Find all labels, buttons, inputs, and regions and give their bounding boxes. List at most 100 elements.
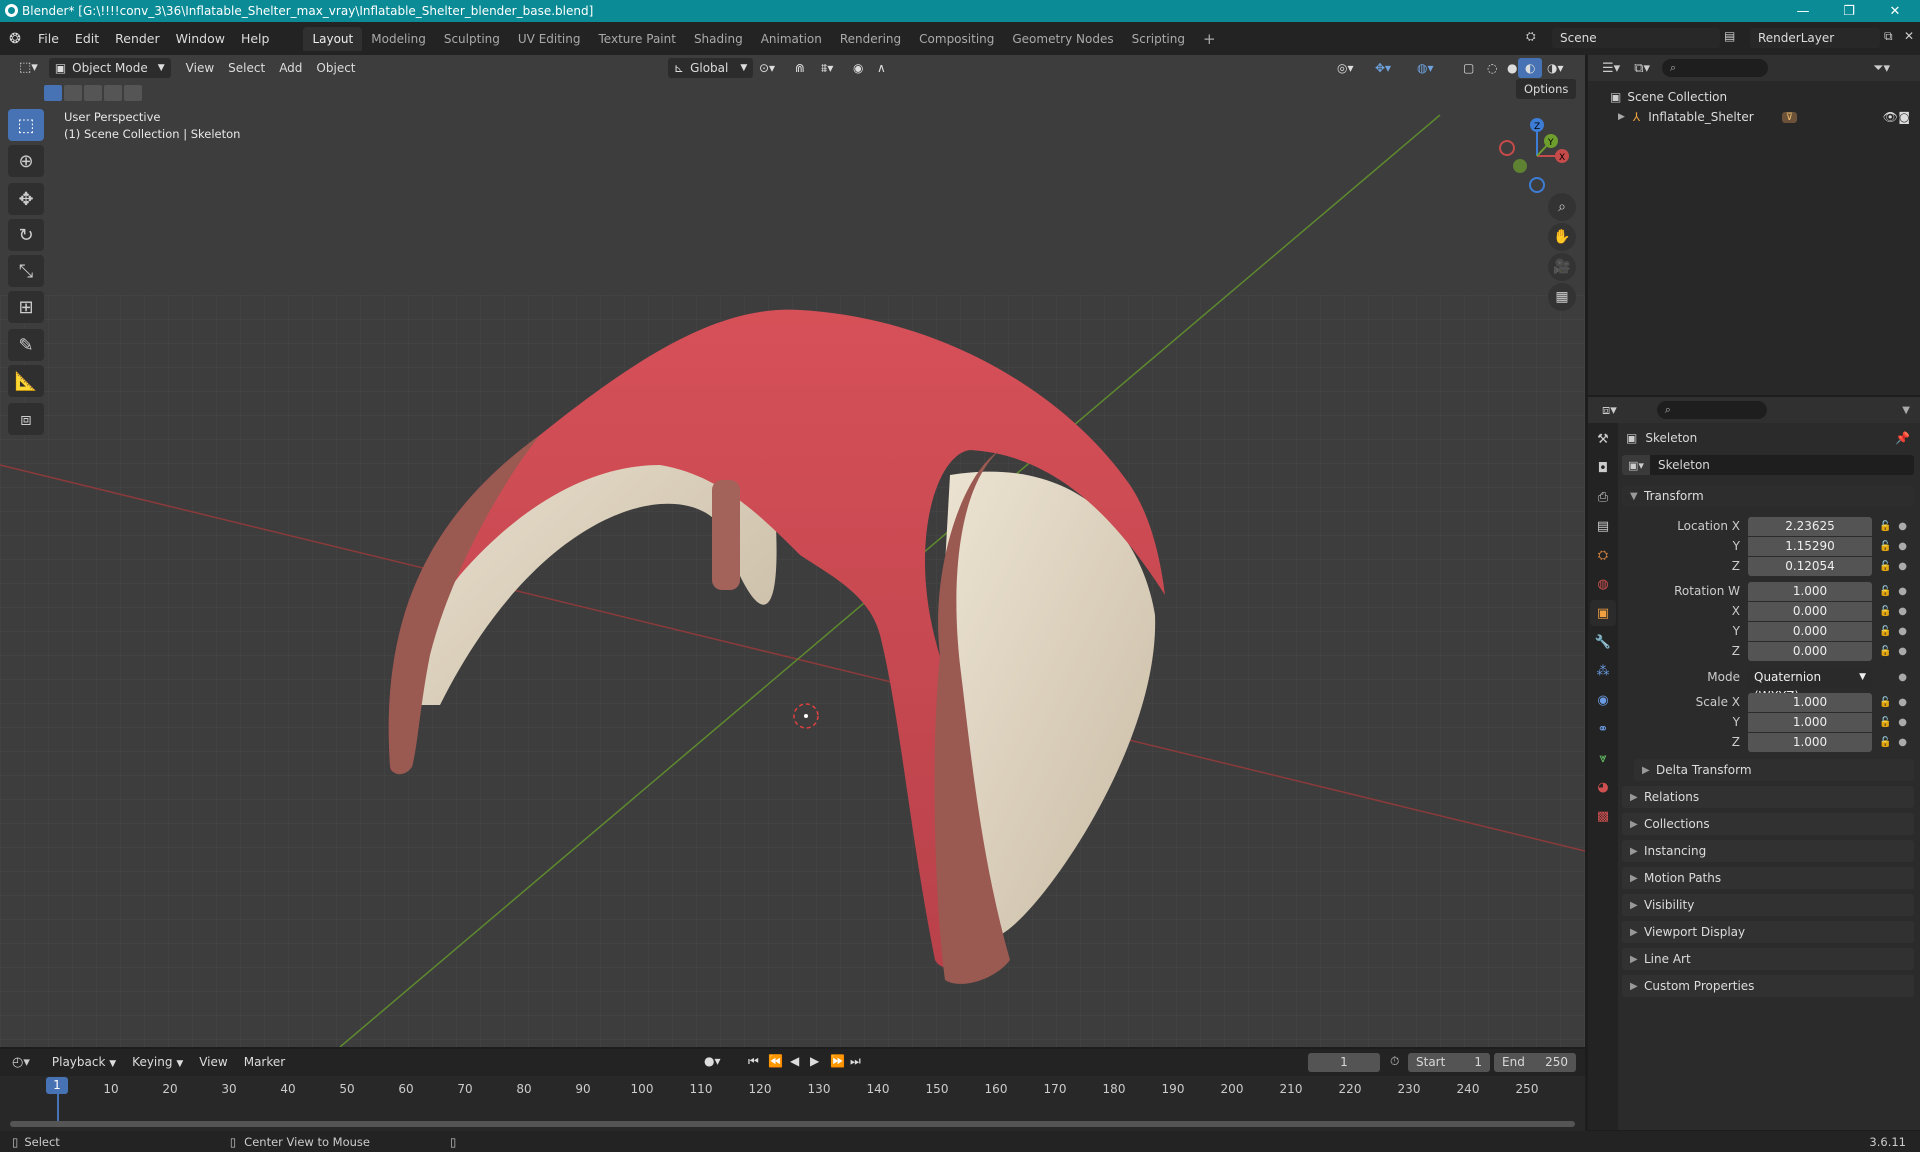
tab-shading[interactable]: Shading (685, 27, 752, 51)
rotation-w-field[interactable]: 1.000 (1748, 581, 1872, 601)
scale-z-field[interactable]: 1.000 (1748, 732, 1872, 752)
keyframe-dot-icon[interactable]: ● (1898, 521, 1907, 532)
outliner-search-input[interactable]: ⌕ (1662, 59, 1768, 77)
motion-paths-panel[interactable]: ▶ Motion Paths (1622, 867, 1914, 889)
start-frame-field[interactable]: Start 1 (1408, 1053, 1490, 1072)
jump-end-icon[interactable]: ⏭ (850, 1054, 861, 1069)
keyframe-dot-icon[interactable]: ● (1898, 561, 1907, 572)
timeline-scrollbar[interactable] (10, 1121, 1575, 1127)
keyframe-dot-icon[interactable]: ● (1898, 541, 1907, 552)
annotate-tool-icon[interactable]: ✎ (8, 329, 44, 361)
constraints-tab-icon[interactable]: ⚭ (1590, 716, 1616, 742)
viewport-display-panel[interactable]: ▶ Viewport Display (1622, 921, 1914, 943)
remove-layer-icon[interactable]: ✕ (1904, 29, 1914, 43)
snap-target-icon[interactable]: ⩩▾ (814, 58, 840, 78)
scene-selector[interactable]: Scene (1552, 28, 1720, 48)
keying-menu[interactable]: Keying ▼ (124, 1055, 191, 1069)
new-layer-icon[interactable]: ⧉ (1884, 29, 1893, 44)
proportional-edit-icon[interactable]: ◉ (846, 58, 870, 78)
outliner-scene-collection[interactable]: ▣ Scene Collection (1588, 87, 1920, 107)
material-shading-icon[interactable]: ◐ (1518, 58, 1543, 78)
keyframe-dot-icon[interactable]: ● (1898, 586, 1907, 597)
add-workspace-button[interactable]: + (1194, 27, 1225, 51)
location-z-field[interactable]: 0.12054 (1748, 556, 1872, 576)
select-subtract-icon[interactable] (84, 85, 102, 101)
jump-start-icon[interactable]: ⏮ (748, 1054, 759, 1069)
render-layer-selector[interactable]: RenderLayer (1750, 28, 1880, 48)
measure-tool-icon[interactable]: 📐 (8, 365, 44, 397)
menu-help[interactable]: Help (233, 27, 278, 51)
editor-type-icon[interactable]: ⬚▾ (12, 58, 45, 78)
rotate-tool-icon[interactable]: ↻ (8, 219, 44, 251)
armature-data-icon[interactable]: ⊽ (1781, 111, 1798, 123)
camera-render-icon[interactable]: ◙ (1898, 110, 1910, 124)
scale-y-field[interactable]: 1.000 (1748, 712, 1872, 732)
scale-x-field[interactable]: 1.000 (1748, 692, 1872, 712)
scale-tool-icon[interactable]: ⤡ (8, 255, 44, 287)
location-y-field[interactable]: 1.15290 (1748, 536, 1872, 556)
modifier-tab-icon[interactable]: 🔧 (1590, 629, 1616, 655)
filter-icon[interactable]: ⏷▾ (1873, 61, 1890, 76)
jump-keyframe-back-icon[interactable]: ⏪ (768, 1054, 783, 1068)
scene-tab-icon[interactable]: ⛭ (1590, 542, 1616, 568)
physics-tab-icon[interactable]: ◉ (1590, 687, 1616, 713)
lock-icon[interactable]: 🔓 (1879, 541, 1891, 552)
viewport-menu-object[interactable]: Object (309, 58, 362, 78)
viewport-menu-view[interactable]: View (179, 58, 221, 78)
play-reverse-icon[interactable]: ◀ (790, 1054, 799, 1068)
relations-panel[interactable]: ▶ Relations (1622, 786, 1914, 808)
minimize-button[interactable]: — (1780, 0, 1826, 22)
world-tab-icon[interactable]: ◍ (1590, 571, 1616, 597)
tab-uv-editing[interactable]: UV Editing (509, 27, 590, 51)
playback-menu[interactable]: Playback ▼ (44, 1055, 124, 1069)
ortho-grid-icon[interactable]: ▦ (1548, 283, 1576, 311)
chevron-down-icon[interactable]: ▼ (1902, 405, 1910, 416)
menu-file[interactable]: File (30, 27, 67, 51)
lock-icon[interactable]: 🔓 (1879, 646, 1891, 657)
collections-panel[interactable]: ▶ Collections (1622, 813, 1914, 835)
menu-render[interactable]: Render (107, 27, 168, 51)
tab-animation[interactable]: Animation (752, 27, 831, 51)
menu-window[interactable]: Window (168, 27, 233, 51)
zoom-icon[interactable]: ⌕ (1548, 193, 1576, 221)
add-cube-tool-icon[interactable]: ⧈ (8, 403, 44, 435)
visibility-icon[interactable]: ◎▾ (1330, 58, 1361, 78)
scene-icon[interactable]: ⛭ (1526, 29, 1536, 44)
outliner-item-inflatable-shelter[interactable]: ▶ ⅄ Inflatable_Shelter ⊽ 👁 ◙ (1588, 107, 1920, 127)
stopwatch-icon[interactable]: ⏱ (1390, 1054, 1399, 1069)
gizmo-toggle-icon[interactable]: ✥▾ (1368, 58, 1398, 78)
expand-arrow-icon[interactable]: ▶ (1618, 112, 1625, 122)
object-tab-icon[interactable]: ▣ (1590, 600, 1616, 626)
end-frame-field[interactable]: End 250 (1494, 1053, 1576, 1072)
data-tab-icon[interactable]: ⩔ (1590, 745, 1616, 771)
tab-modeling[interactable]: Modeling (362, 27, 435, 51)
pivot-icon[interactable]: ⊙▾ (752, 58, 782, 78)
transform-panel-header[interactable]: ▼ Transform (1622, 485, 1914, 507)
timeline-view-menu[interactable]: View (191, 1055, 235, 1069)
transform-orientation[interactable]: ⊾ Global ▼ (668, 58, 754, 78)
falloff-icon[interactable]: ∧ (870, 58, 893, 78)
render-tab-icon[interactable]: ◘ (1590, 455, 1616, 481)
tab-scripting[interactable]: Scripting (1123, 27, 1194, 51)
texture-tab-icon[interactable]: ▩ (1590, 803, 1616, 829)
maximize-button[interactable]: ❐ (1826, 0, 1872, 22)
current-frame-field[interactable]: 1 (1308, 1053, 1380, 1072)
keyframe-dot-icon[interactable]: ● (1898, 717, 1907, 728)
particles-tab-icon[interactable]: ⁂ (1590, 658, 1616, 684)
move-tool-icon[interactable]: ✥ (8, 183, 44, 215)
navigation-gizmo[interactable]: X Z Y (1492, 111, 1582, 201)
lock-icon[interactable]: 🔓 (1879, 626, 1891, 637)
properties-editor-icon[interactable]: ⧈▾ (1602, 403, 1617, 418)
keyframe-dot-icon[interactable]: ● (1898, 626, 1907, 637)
tab-sculpting[interactable]: Sculpting (435, 27, 509, 51)
material-tab-icon[interactable]: ◕ (1590, 774, 1616, 800)
pan-hand-icon[interactable]: ✋ (1548, 223, 1576, 251)
mode-selector[interactable]: ▣ Object Mode ▼ (48, 58, 171, 78)
tab-rendering[interactable]: Rendering (831, 27, 910, 51)
snap-icon[interactable]: ⋒ (788, 58, 812, 78)
lock-icon[interactable]: 🔓 (1879, 697, 1891, 708)
render-layer-icon[interactable]: ▤ (1724, 29, 1735, 43)
lock-icon[interactable]: 🔓 (1879, 586, 1891, 597)
keyframe-dot-icon[interactable]: ● (1898, 697, 1907, 708)
line-art-panel[interactable]: ▶ Line Art (1622, 948, 1914, 970)
